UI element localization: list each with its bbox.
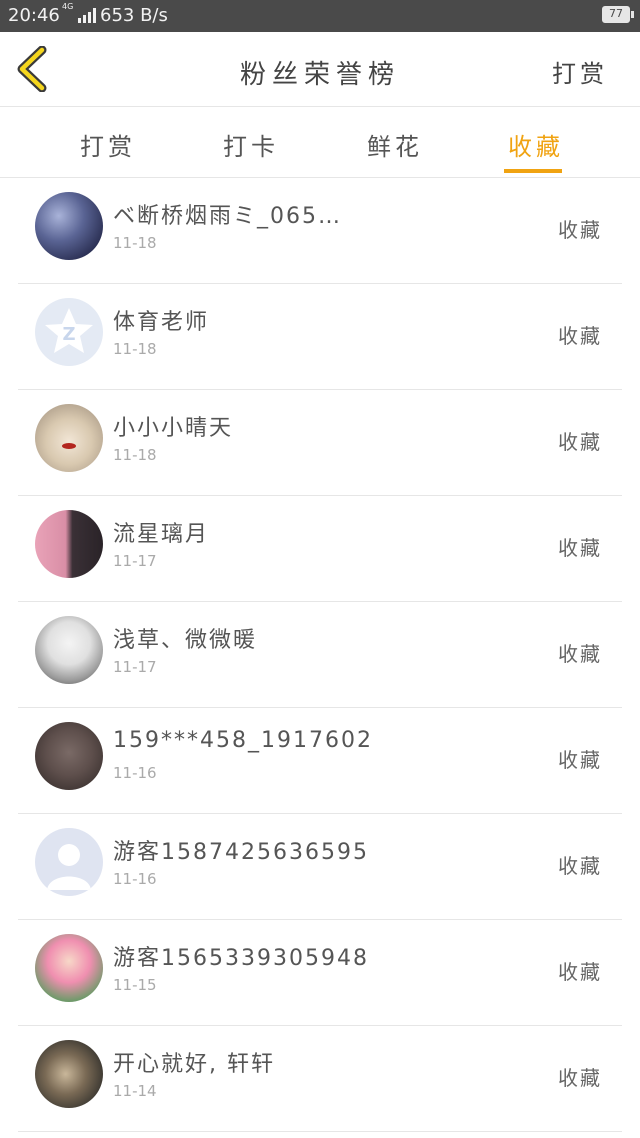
item-action: 收藏 (558, 536, 602, 560)
user-name: 游客1587425636595 (113, 840, 369, 865)
avatar: Z (35, 298, 103, 366)
avatar (35, 404, 103, 472)
tab-reward[interactable]: 打赏 (80, 127, 136, 162)
item-date: 11-17 (113, 552, 157, 570)
avatar (35, 510, 103, 578)
avatar (35, 934, 103, 1002)
avatar (35, 616, 103, 684)
item-action: 收藏 (558, 1066, 602, 1090)
list-item[interactable]: 159***458_191760273 11-16 收藏 (18, 708, 622, 814)
list-item[interactable]: 游客1587425636595 11-16 收藏 (18, 814, 622, 920)
network-type: 4G (62, 2, 74, 11)
page-title: 粉丝荣誉榜 (239, 60, 400, 90)
list-item[interactable]: Z 体育老师 11-18 收藏 (18, 284, 622, 390)
battery-icon: 77 (602, 6, 634, 23)
status-time: 20:46 (8, 5, 60, 26)
network-speed: 653 B/s (100, 5, 168, 26)
user-name: 159***458_191760273 (113, 728, 373, 753)
item-date: 11-16 (113, 764, 157, 782)
list-item[interactable]: 浅草、微微暖 11-17 收藏 (18, 602, 622, 708)
item-date: 11-14 (113, 1082, 157, 1100)
avatar (35, 1040, 103, 1108)
item-date: 11-18 (113, 340, 157, 358)
item-action: 收藏 (558, 748, 602, 772)
reward-button[interactable]: 打赏 (552, 54, 608, 89)
item-date: 11-15 (113, 976, 157, 994)
status-bar: 20:46 4G 653 B/s 77 (0, 0, 640, 32)
item-action: 收藏 (558, 430, 602, 454)
list-item[interactable]: 小小小晴天 11-18 收藏 (18, 390, 622, 496)
user-name: 小小小晴天 (113, 416, 234, 441)
item-date: 11-18 (113, 446, 157, 464)
item-action: 收藏 (558, 960, 602, 984)
user-name: 浅草、微微暖 (113, 628, 258, 653)
signal-icon (78, 7, 96, 23)
avatar (35, 828, 103, 896)
nav-header: 粉丝荣誉榜 打赏 (0, 32, 640, 107)
user-name: 游客1565339305948 (113, 946, 369, 971)
user-name: ベ断桥烟雨ミ_065… (113, 204, 342, 229)
item-action: 收藏 (558, 642, 602, 666)
list-item[interactable]: 游客1565339305948 11-15 收藏 (18, 920, 622, 1026)
item-date: 11-17 (113, 658, 157, 676)
fan-list: ベ断桥烟雨ミ_065… 11-18 收藏 Z 体育老师 11-18 收藏 小小小… (18, 178, 622, 1132)
item-action: 收藏 (558, 218, 602, 242)
tab-flowers[interactable]: 鲜花 (367, 127, 423, 162)
avatar (35, 192, 103, 260)
item-date: 11-16 (113, 870, 157, 888)
user-name: 开心就好, 轩轩 (113, 1052, 275, 1077)
tab-bar: 打赏 打卡 鲜花 收藏 (0, 107, 640, 178)
tab-checkin[interactable]: 打卡 (223, 127, 279, 162)
tab-favorites[interactable]: 收藏 (508, 127, 564, 162)
item-action: 收藏 (558, 854, 602, 878)
svg-text:Z: Z (62, 324, 75, 345)
list-item[interactable]: 开心就好, 轩轩 11-14 收藏 (18, 1026, 622, 1132)
avatar (35, 722, 103, 790)
user-name: 流星璃月 (113, 522, 210, 547)
active-tab-indicator (504, 169, 562, 173)
item-date: 11-18 (113, 234, 157, 252)
list-item[interactable]: 流星璃月 11-17 收藏 (18, 496, 622, 602)
item-action: 收藏 (558, 324, 602, 348)
list-item[interactable]: ベ断桥烟雨ミ_065… 11-18 收藏 (18, 178, 622, 284)
user-name: 体育老师 (113, 310, 210, 335)
